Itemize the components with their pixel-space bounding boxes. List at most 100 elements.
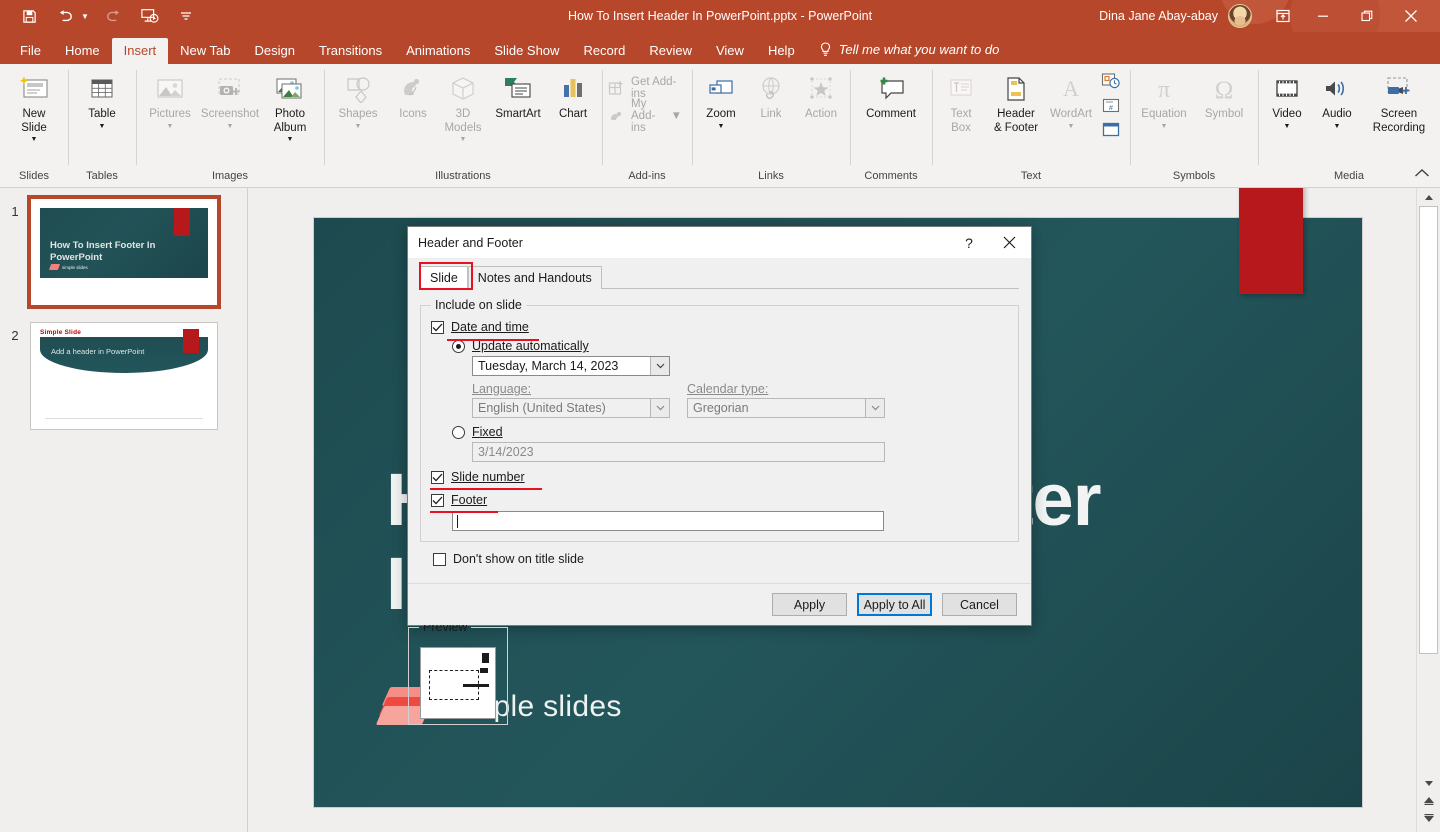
screen-recording-button[interactable]: Screen Recording	[1362, 68, 1436, 135]
new-slide-button[interactable]: New Slide ▼	[4, 68, 64, 143]
chevron-down-icon[interactable]: ▼	[31, 136, 38, 143]
customize-quick-access-icon[interactable]	[175, 5, 197, 27]
chevron-down-icon[interactable]: ▼	[167, 123, 174, 130]
scroll-up-icon[interactable]	[1417, 188, 1440, 206]
tab-slide[interactable]: Slide	[420, 266, 468, 290]
scrollbar-track[interactable]	[1417, 206, 1440, 774]
table-button[interactable]: Table ▼	[72, 68, 132, 130]
date-format-dropdown[interactable]: Tuesday, March 14, 2023	[472, 356, 670, 376]
tab-slide-show[interactable]: Slide Show	[482, 38, 571, 64]
3d-models-button[interactable]: 3D Models ▼	[438, 68, 488, 143]
tab-record[interactable]: Record	[571, 38, 637, 64]
chevron-down-icon[interactable]: ▼	[287, 136, 294, 143]
chevron-down-icon[interactable]: ▼	[1334, 123, 1341, 130]
language-dropdown[interactable]: English (United States)	[472, 398, 670, 418]
save-icon[interactable]	[18, 5, 40, 27]
update-automatically-row[interactable]: Update automatically	[452, 339, 1008, 353]
vertical-scrollbar[interactable]	[1416, 188, 1440, 832]
chevron-down-icon[interactable]: ▼	[460, 136, 467, 143]
object-icon[interactable]	[1101, 122, 1121, 143]
tell-me-search[interactable]: Tell me what you want to do	[807, 36, 1012, 64]
dont-show-on-title-slide-row[interactable]: Don't show on title slide	[433, 552, 1019, 566]
video-button[interactable]: Video ▼	[1262, 68, 1312, 130]
symbol-button[interactable]: Ω Symbol	[1194, 68, 1254, 122]
equation-button[interactable]: π Equation ▼	[1134, 68, 1194, 130]
fixed-row[interactable]: Fixed	[452, 425, 1008, 439]
cancel-button[interactable]: Cancel	[942, 593, 1017, 616]
tab-help[interactable]: Help	[756, 38, 807, 64]
pictures-button[interactable]: Pictures ▼	[140, 68, 200, 130]
chart-button[interactable]: Chart	[548, 68, 598, 122]
start-from-beginning-icon[interactable]	[139, 5, 161, 27]
chevron-down-icon[interactable]: ▼	[1068, 123, 1075, 130]
chevron-down-icon[interactable]: ▼	[671, 110, 682, 122]
tab-review[interactable]: Review	[637, 38, 704, 64]
scroll-down-icon[interactable]	[1417, 774, 1440, 792]
close-icon[interactable]	[1390, 0, 1432, 32]
shapes-button[interactable]: Shapes ▼	[328, 68, 388, 130]
tab-transitions[interactable]: Transitions	[307, 38, 394, 64]
header-and-footer-dialog[interactable]: Header and Footer ? Slide Notes and Hand…	[407, 226, 1032, 725]
smartart-button[interactable]: SmartArt	[488, 68, 548, 122]
audio-button[interactable]: Audio ▼	[1312, 68, 1362, 130]
list-item[interactable]: 1 How To Insert Footer In PowerPoint sim…	[0, 195, 247, 309]
fixed-date-input[interactable]: 3/14/2023	[472, 442, 885, 462]
slide-thumbnail-pane[interactable]: 1 How To Insert Footer In PowerPoint sim…	[0, 188, 248, 832]
apply-to-all-button[interactable]: Apply to All	[857, 593, 932, 616]
date-and-time-icon[interactable]	[1101, 72, 1121, 95]
fixed-radio[interactable]	[452, 425, 465, 439]
next-slide-icon[interactable]	[1423, 810, 1435, 828]
photo-album-button[interactable]: Photo Album ▼	[260, 68, 320, 143]
tab-notes-and-handouts[interactable]: Notes and Handouts	[467, 266, 602, 289]
chevron-down-icon[interactable]	[650, 399, 669, 417]
footer-text-input[interactable]	[452, 511, 884, 531]
tab-design[interactable]: Design	[243, 38, 307, 64]
dont-show-on-title-slide-checkbox[interactable]	[433, 552, 446, 566]
slide-number-checkbox[interactable]	[431, 470, 444, 484]
undo-icon[interactable]	[54, 5, 76, 27]
tab-home[interactable]: Home	[53, 38, 112, 64]
slide-number-row[interactable]: Slide number	[430, 470, 1008, 490]
chevron-down-icon[interactable]: ▼	[1284, 123, 1291, 130]
help-icon[interactable]: ?	[949, 228, 989, 258]
chevron-down-icon[interactable]: ▼	[718, 123, 725, 130]
chevron-down-icon[interactable]: ▼	[355, 123, 362, 130]
avatar[interactable]	[1228, 4, 1252, 28]
chevron-down-icon[interactable]	[650, 357, 669, 375]
link-button[interactable]: Link	[746, 68, 796, 122]
comment-button[interactable]: Comment	[854, 68, 928, 122]
wordart-button[interactable]: A WordArt ▼	[1046, 68, 1096, 130]
tab-animations[interactable]: Animations	[394, 38, 482, 64]
text-box-button[interactable]: Text Box	[936, 68, 986, 135]
header-footer-button[interactable]: Header & Footer	[986, 68, 1046, 135]
minimize-icon[interactable]	[1302, 0, 1344, 32]
chevron-down-icon[interactable]	[865, 399, 884, 417]
screenshot-button[interactable]: Screenshot ▼	[200, 68, 260, 130]
tab-new-tab[interactable]: New Tab	[168, 38, 242, 64]
calendar-type-dropdown[interactable]: Gregorian	[687, 398, 885, 418]
date-and-time-row[interactable]: Date and time	[431, 320, 1008, 341]
list-item[interactable]: 2 Simple Slide Add a header in PowerPoin…	[0, 322, 247, 430]
undo-dropdown-icon[interactable]: ▼	[81, 12, 89, 21]
update-automatically-radio[interactable]	[452, 339, 465, 353]
tab-view[interactable]: View	[704, 38, 756, 64]
slide-thumbnail-2[interactable]: Simple Slide Add a header in PowerPoint	[30, 322, 218, 430]
apply-button[interactable]: Apply	[772, 593, 847, 616]
slide-thumbnail-1[interactable]: How To Insert Footer In PowerPoint simpl…	[27, 195, 221, 309]
zoom-button[interactable]: Zoom ▼	[696, 68, 746, 130]
action-button[interactable]: Action	[796, 68, 846, 122]
chevron-down-icon[interactable]: ▼	[227, 123, 234, 130]
chevron-down-icon[interactable]: ▼	[1161, 123, 1168, 130]
restore-icon[interactable]	[1346, 0, 1388, 32]
footer-row[interactable]: Footer	[430, 493, 1008, 513]
ribbon-display-options-icon[interactable]	[1266, 0, 1300, 32]
tab-file[interactable]: File	[8, 38, 53, 64]
tab-insert[interactable]: Insert	[111, 38, 169, 64]
date-and-time-checkbox[interactable]	[431, 320, 444, 334]
close-icon[interactable]	[989, 228, 1029, 258]
previous-slide-icon[interactable]	[1423, 792, 1435, 810]
scrollbar-thumb[interactable]	[1419, 206, 1438, 654]
collapse-ribbon-icon[interactable]	[1414, 165, 1430, 183]
my-add-ins-button[interactable]: My Add-ins ▼	[606, 98, 688, 134]
redo-icon[interactable]	[103, 5, 125, 27]
